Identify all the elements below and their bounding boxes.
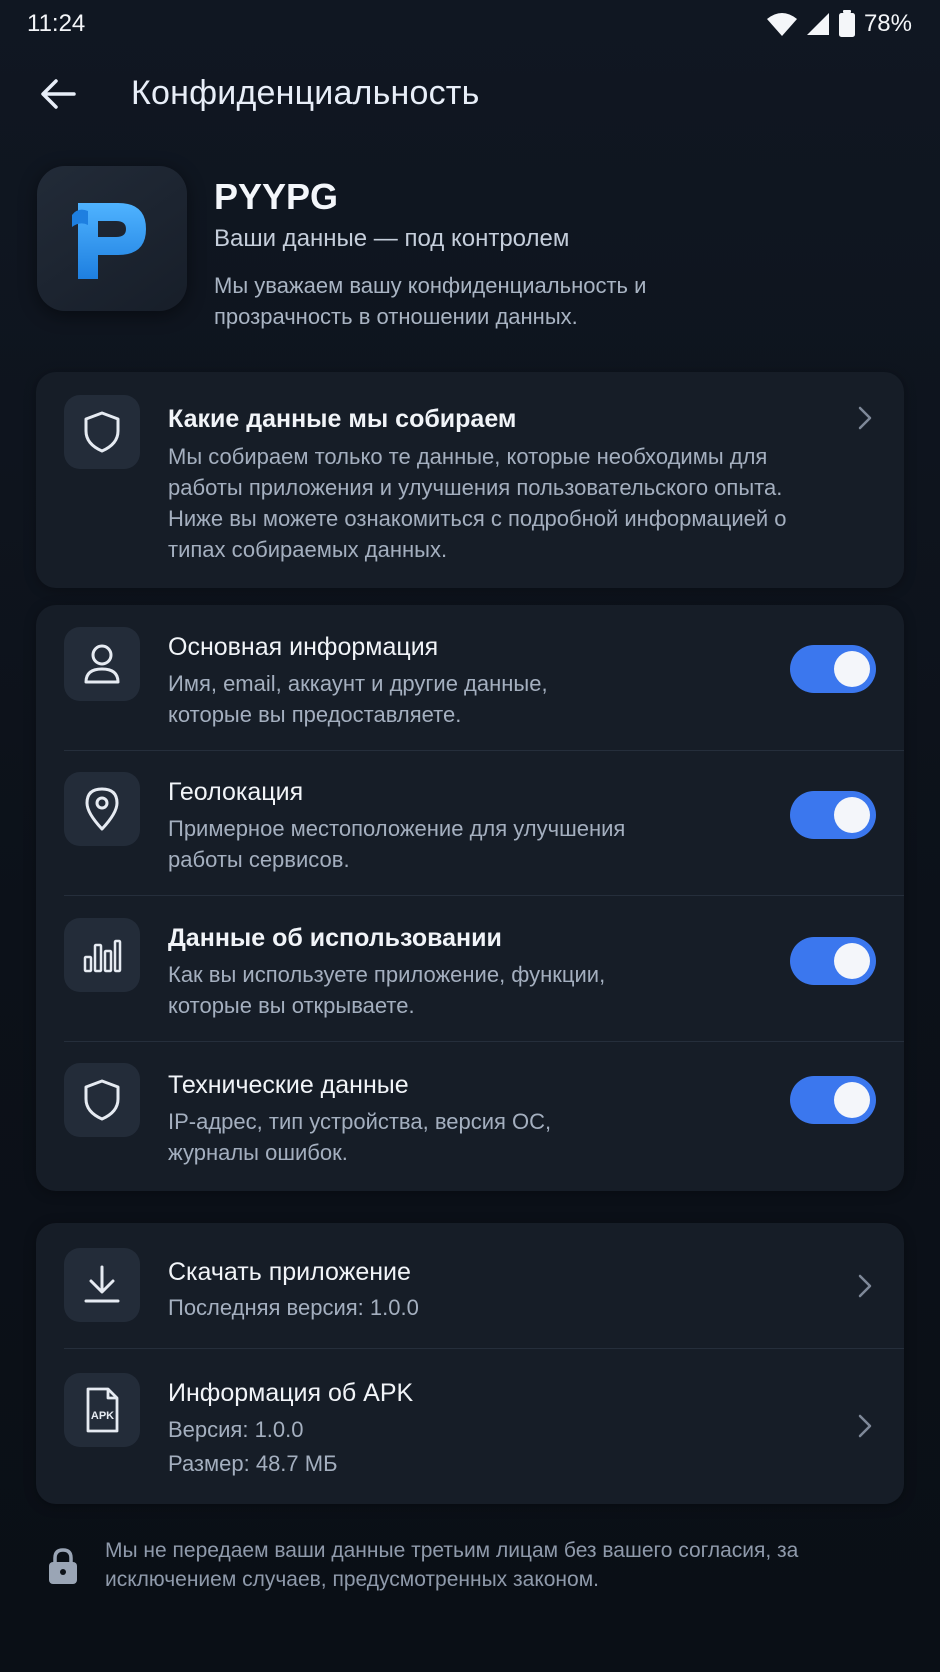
user-icon	[84, 644, 120, 684]
toggle-technical-data[interactable]	[790, 1076, 876, 1124]
data-type-title: Технические данные	[168, 1071, 409, 1099]
app-logo	[37, 166, 187, 311]
data-type-title: Данные об использовании	[168, 924, 502, 952]
status-icons: 78%	[766, 10, 912, 38]
status-bar: 11:24 78%	[0, 0, 940, 48]
icon-box	[64, 1248, 140, 1322]
back-button[interactable]	[32, 68, 84, 120]
top-app-bar: Конфиденциальность	[0, 60, 940, 128]
toggle-knob	[834, 651, 870, 687]
footer-text: Мы не передаем ваши данные третьим лицам…	[105, 1539, 799, 1591]
chevron-right-icon	[850, 1411, 880, 1441]
data-type-text: Имя, email, аккаунт и другие данные, кот…	[168, 671, 548, 727]
divider	[64, 750, 904, 751]
divider	[64, 1348, 904, 1349]
page-title: Конфиденциальность	[131, 74, 480, 112]
chevron-right-icon	[850, 403, 880, 433]
icon-box	[64, 772, 140, 846]
toggle-basic-info[interactable]	[790, 645, 876, 693]
location-pin-icon	[85, 787, 119, 831]
app-description: Мы уважаем вашу конфиденциальность и про…	[214, 273, 647, 329]
apk-info-title: Информация об APK	[168, 1379, 414, 1407]
chevron-right-icon	[850, 1271, 880, 1301]
icon-box: APK	[64, 1373, 140, 1447]
data-type-title: Основная информация	[168, 633, 439, 661]
apk-size: Размер: 48.7 МБ	[168, 1451, 338, 1476]
toggle-knob	[834, 1082, 870, 1118]
lock-icon	[49, 1548, 77, 1584]
download-icon	[84, 1265, 120, 1303]
data-type-title: Геолокация	[168, 778, 304, 806]
card-text: Мы собираем только те данные, которые не…	[168, 444, 787, 562]
wifi-icon	[766, 13, 797, 36]
svg-text:APK: APK	[91, 1410, 114, 1422]
apk-file-icon: APK	[86, 1387, 119, 1433]
icon-box	[64, 627, 140, 701]
toggle-usage-data[interactable]	[790, 937, 876, 985]
toggle-knob	[834, 943, 870, 979]
app-info-card: Скачать приложение Последняя версия: 1.0…	[36, 1223, 904, 1504]
arrow-left-icon	[41, 79, 76, 109]
data-types-card: Основная информация Имя, email, аккаунт …	[36, 605, 904, 1191]
data-collection-card[interactable]: Какие данные мы собираем Мы собираем тол…	[36, 372, 904, 588]
app-header: PYYPG Ваши данные — под контролем Мы ува…	[37, 166, 903, 329]
divider	[64, 895, 904, 896]
download-title: Скачать приложение	[168, 1258, 411, 1286]
icon-box	[64, 918, 140, 992]
bar-chart-icon	[83, 939, 122, 973]
battery-level: 78%	[863, 10, 912, 37]
data-type-text: Как вы используете приложение, функции, …	[168, 962, 606, 1018]
download-version: Последняя версия: 1.0.0	[168, 1295, 419, 1320]
apk-version: Версия: 1.0.0	[168, 1417, 304, 1442]
app-logo-icon	[72, 202, 146, 279]
app-tagline: Ваши данные — под контролем	[214, 225, 570, 252]
data-type-text: IP-адрес, тип устройства, версия ОС, жур…	[168, 1109, 552, 1165]
shield-icon	[84, 1079, 120, 1121]
icon-box	[64, 1063, 140, 1137]
battery-icon	[838, 10, 855, 37]
icon-box	[64, 395, 140, 469]
shield-icon	[84, 411, 120, 453]
divider	[64, 1041, 904, 1042]
toggle-geolocation[interactable]	[790, 791, 876, 839]
card-title: Какие данные мы собираем	[168, 405, 517, 433]
app-name: PYYPG	[214, 176, 339, 217]
toggle-knob	[834, 797, 870, 833]
data-type-text: Примерное местоположение для улучшения р…	[168, 816, 626, 872]
signal-icon	[806, 13, 829, 35]
status-time: 11:24	[27, 10, 86, 37]
